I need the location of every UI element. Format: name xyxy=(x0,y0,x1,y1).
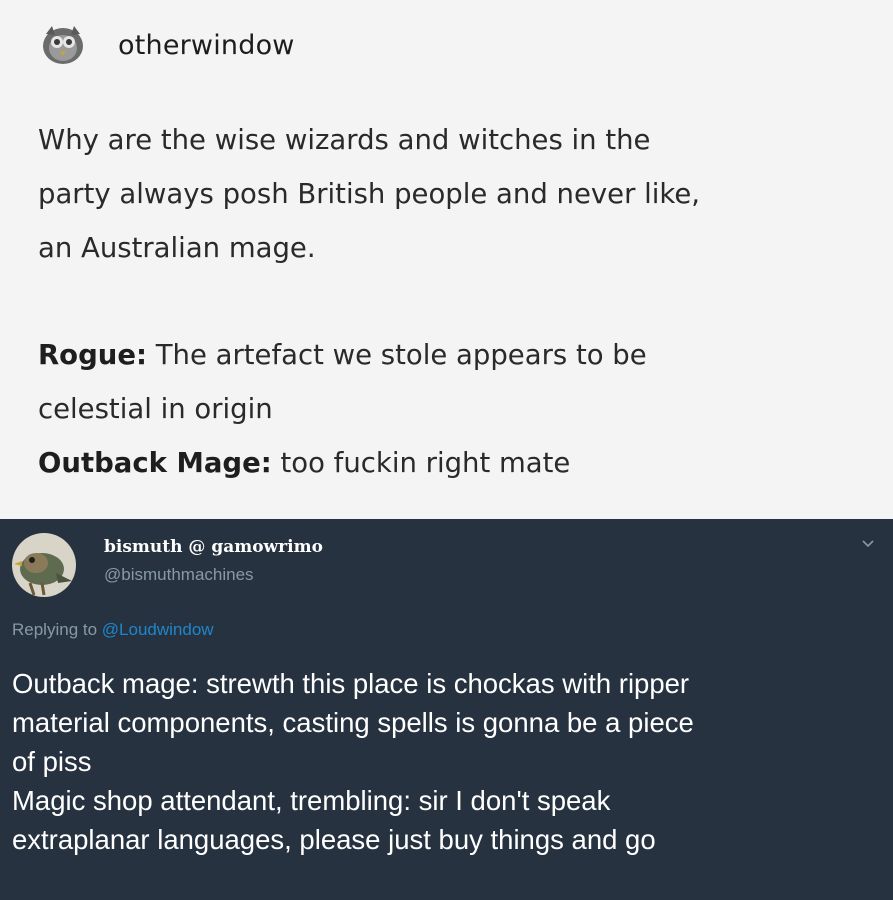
post-line: party always posh British people and nev… xyxy=(38,178,701,210)
post-username[interactable]: otherwindow xyxy=(118,30,295,61)
tweet-line: of piss xyxy=(12,746,92,777)
dialogue-line: Rogue: The artefact we stole appears to … xyxy=(38,328,868,382)
user-avatar[interactable] xyxy=(38,22,88,68)
dialogue-line: celestial in origin xyxy=(38,393,273,425)
post-line: Why are the wise wizards and witches in … xyxy=(38,124,651,156)
tweet-handle[interactable]: @bismuthmachines xyxy=(104,565,254,585)
tweet-menu-button[interactable] xyxy=(860,535,876,551)
chevron-down-icon xyxy=(862,540,874,548)
tweet-line: Magic shop attendant, trembling: sir I d… xyxy=(12,785,611,816)
reply-context: Replying to @Loudwindow xyxy=(12,620,214,640)
tweet-display-name[interactable]: bismuth @ gamowrimo xyxy=(104,537,323,557)
tweet-line: extraplanar languages, please just buy t… xyxy=(12,824,656,855)
tweet-line: Outback mage: strewth this place is choc… xyxy=(12,668,690,699)
dialogue-speaker: Outback Mage: xyxy=(38,447,272,479)
reply-prefix: Replying to xyxy=(12,620,98,639)
post-dialogue: Rogue: The artefact we stole appears to … xyxy=(38,328,868,490)
post-body: Why are the wise wizards and witches in … xyxy=(38,113,868,490)
bird-avatar-icon xyxy=(12,533,76,597)
dialogue-speaker: Rogue: xyxy=(38,339,147,371)
tweet-card: bismuth @ gamowrimo @bismuthmachines Rep… xyxy=(0,519,893,900)
post-line: an Australian mage. xyxy=(38,232,316,264)
dialogue-text: too fuckin right mate xyxy=(271,447,571,479)
owl-avatar-icon xyxy=(43,26,83,64)
dialogue-line: Outback Mage: too fuckin right mate xyxy=(38,436,868,490)
tweet-line: material components, casting spells is g… xyxy=(12,707,694,738)
reply-mention-link[interactable]: @Loudwindow xyxy=(102,620,214,639)
dialogue-text: The artefact we stole appears to be xyxy=(146,339,647,371)
tweet-text: Outback mage: strewth this place is choc… xyxy=(12,664,882,859)
post-question: Why are the wise wizards and witches in … xyxy=(38,113,868,275)
tweet-avatar[interactable] xyxy=(12,533,76,597)
tumblr-post: otherwindow Why are the wise wizards and… xyxy=(0,0,893,519)
post-header: otherwindow xyxy=(38,20,295,70)
